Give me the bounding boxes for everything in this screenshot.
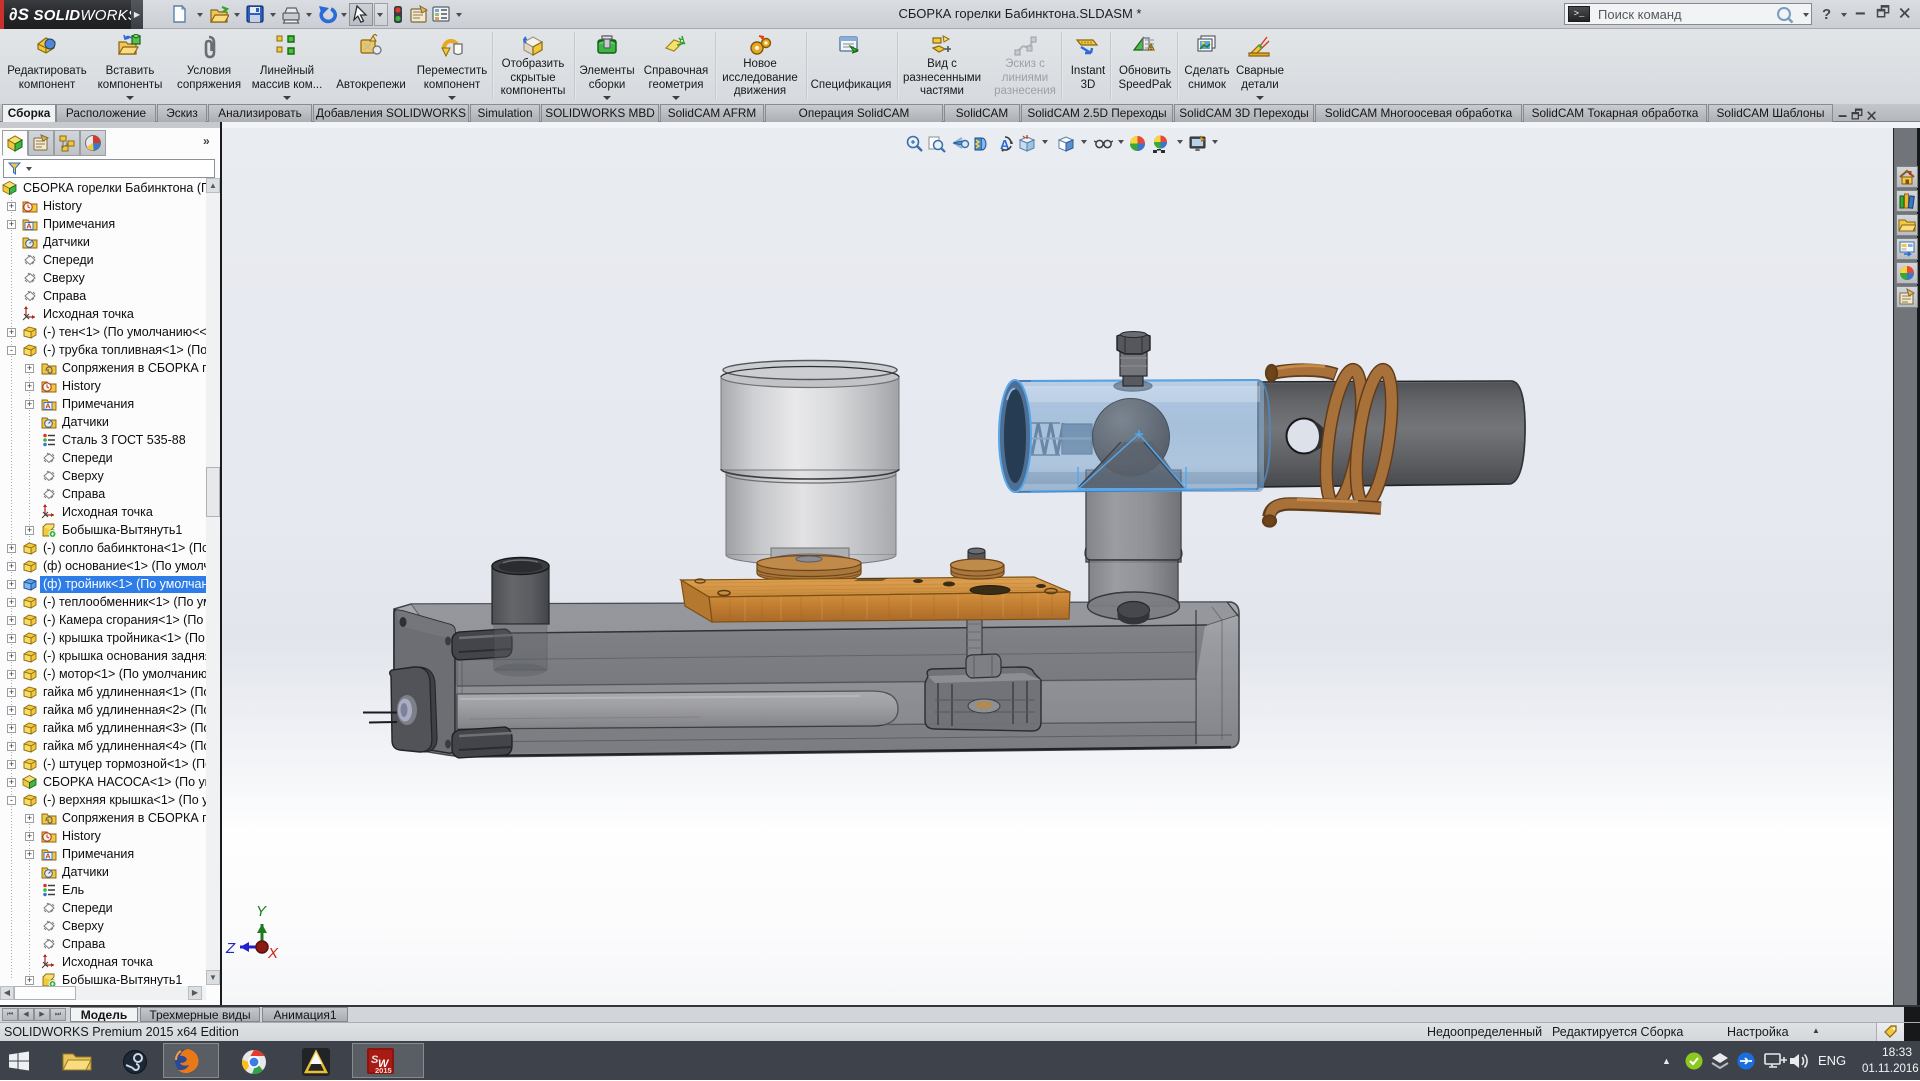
svg-text:Y: Y — [256, 903, 267, 920]
svg-text:X: X — [267, 945, 279, 962]
svg-text:A: A — [45, 852, 51, 861]
svg-text:2015: 2015 — [375, 1066, 392, 1075]
svg-text:Z: Z — [225, 940, 236, 957]
svg-text:A: A — [26, 222, 32, 231]
svg-text:A: A — [45, 402, 51, 411]
